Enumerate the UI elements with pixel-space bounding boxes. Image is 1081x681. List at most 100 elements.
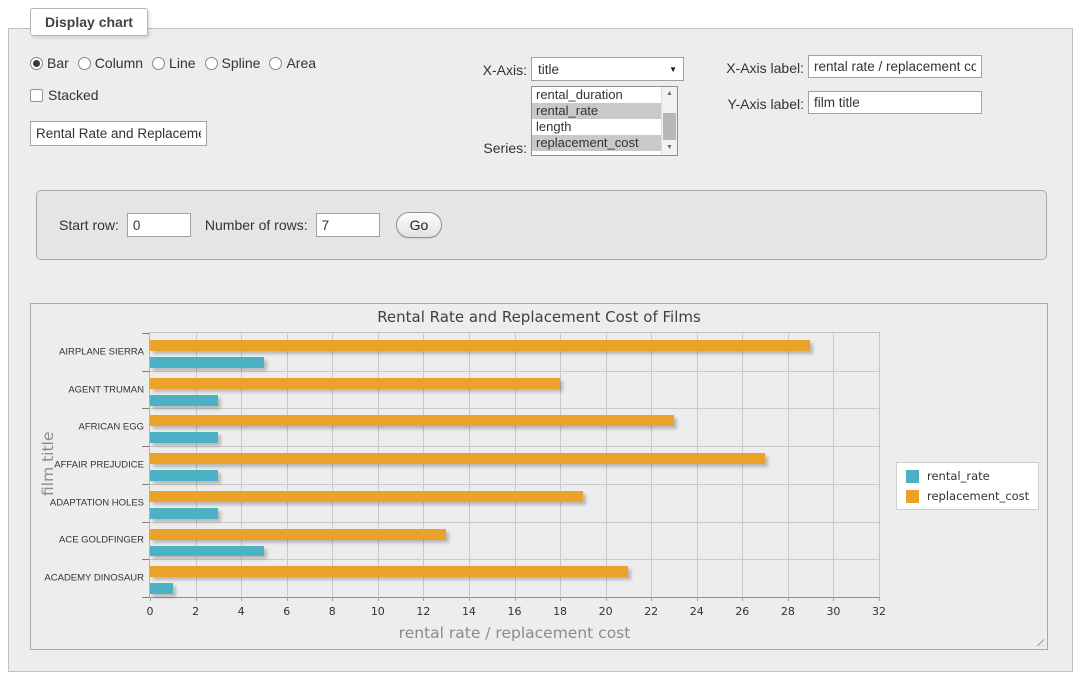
radio-spline[interactable]: Spline bbox=[205, 55, 261, 71]
radio-bar-icon[interactable] bbox=[30, 57, 43, 70]
x-tick-mark bbox=[788, 597, 789, 601]
x-tick-label: 8 bbox=[329, 605, 336, 618]
gridline-vertical bbox=[651, 333, 652, 597]
gridline-vertical bbox=[287, 333, 288, 597]
gridline-vertical bbox=[469, 333, 470, 597]
series-option-replacement-cost[interactable]: replacement_cost bbox=[532, 135, 661, 151]
x-axis-label-label: X-Axis label: bbox=[708, 60, 804, 76]
gridline-vertical bbox=[378, 333, 379, 597]
go-button[interactable]: Go bbox=[396, 212, 443, 238]
panel-title: Display chart bbox=[30, 8, 148, 36]
series-option-length[interactable]: length bbox=[532, 119, 661, 135]
radio-spline-icon[interactable] bbox=[205, 57, 218, 70]
y-tick-mark bbox=[142, 371, 149, 372]
gridline-horizontal bbox=[150, 522, 879, 523]
radio-line[interactable]: Line bbox=[152, 55, 195, 71]
x-tick-label: 28 bbox=[781, 605, 795, 618]
x-tick-label: 18 bbox=[553, 605, 567, 618]
x-tick-mark bbox=[606, 597, 607, 601]
x-tick-label: 4 bbox=[238, 605, 245, 618]
gridline-vertical bbox=[833, 333, 834, 597]
x-tick-mark bbox=[469, 597, 470, 601]
x-axis-select[interactable]: title ▼ bbox=[531, 57, 684, 81]
x-tick-label: 14 bbox=[462, 605, 476, 618]
gridline-vertical bbox=[515, 333, 516, 597]
radio-bar[interactable]: Bar bbox=[30, 55, 69, 71]
y-tick-mark bbox=[142, 484, 149, 485]
x-tick-mark bbox=[196, 597, 197, 601]
x-tick-mark bbox=[697, 597, 698, 601]
start-row-input[interactable] bbox=[127, 213, 191, 237]
y-tick-mark bbox=[142, 446, 149, 447]
legend-label: replacement_cost bbox=[927, 489, 1029, 503]
resize-handle-icon[interactable] bbox=[1033, 635, 1044, 646]
legend-swatch-icon bbox=[906, 490, 919, 503]
radio-area[interactable]: Area bbox=[269, 55, 316, 71]
radio-line-label: Line bbox=[169, 55, 195, 71]
chart-container: Rental Rate and Replacement Cost of Film… bbox=[30, 303, 1048, 650]
gridline-vertical bbox=[697, 333, 698, 597]
bar-rental_rate bbox=[150, 357, 264, 368]
bar-replacement_cost bbox=[150, 491, 583, 502]
bar-rental_rate bbox=[150, 432, 218, 443]
x-axis-select-label: X-Axis: bbox=[461, 62, 527, 78]
x-tick-label: 16 bbox=[508, 605, 522, 618]
chart-title-input[interactable] bbox=[30, 121, 207, 146]
bar-rental_rate bbox=[150, 546, 264, 557]
gridline-horizontal bbox=[150, 371, 879, 372]
scrollbar-thumb[interactable] bbox=[663, 113, 676, 140]
radio-column[interactable]: Column bbox=[78, 55, 143, 71]
num-rows-label: Number of rows: bbox=[205, 217, 308, 233]
x-tick-label: 20 bbox=[599, 605, 613, 618]
y-tick-mark bbox=[142, 333, 149, 334]
x-tick-label: 6 bbox=[283, 605, 290, 618]
category-label: AIRPLANE SIERRA bbox=[59, 346, 144, 357]
y-axis-label-input[interactable] bbox=[808, 91, 982, 114]
stacked-checkbox[interactable] bbox=[30, 89, 43, 102]
stacked-checkbox-row[interactable]: Stacked bbox=[30, 87, 99, 103]
gridline-horizontal bbox=[150, 484, 879, 485]
legend-item: rental_rate bbox=[906, 469, 1029, 483]
radio-area-label: Area bbox=[286, 55, 316, 71]
radio-column-icon[interactable] bbox=[78, 57, 91, 70]
radio-line-icon[interactable] bbox=[152, 57, 165, 70]
chart-title: Rental Rate and Replacement Cost of Film… bbox=[31, 308, 1047, 326]
x-tick-mark bbox=[332, 597, 333, 601]
gridline-horizontal bbox=[150, 408, 879, 409]
bar-replacement_cost bbox=[150, 415, 674, 426]
series-option-rental-duration[interactable]: rental_duration bbox=[532, 87, 661, 103]
chart-x-axis-label: rental rate / replacement cost bbox=[399, 624, 631, 642]
plot-area: rental rate / replacement cost 024681012… bbox=[149, 332, 880, 598]
category-label: AGENT TRUMAN bbox=[68, 384, 144, 395]
series-option-rental-rate[interactable]: rental_rate bbox=[532, 103, 661, 119]
gridline-vertical bbox=[196, 333, 197, 597]
bar-replacement_cost bbox=[150, 453, 765, 464]
x-tick-label: 0 bbox=[147, 605, 154, 618]
display-chart-panel: Display chart Bar Column Line Spline Are… bbox=[8, 28, 1073, 672]
gridline-vertical bbox=[332, 333, 333, 597]
y-tick-mark bbox=[142, 522, 149, 523]
series-list-scrollbar[interactable]: ▲ ▼ bbox=[661, 87, 677, 155]
y-tick-mark bbox=[142, 559, 149, 560]
radio-area-icon[interactable] bbox=[269, 57, 282, 70]
series-list-label: Series: bbox=[461, 140, 527, 156]
x-axis-selected-value: title bbox=[538, 62, 559, 77]
stacked-label: Stacked bbox=[48, 87, 99, 103]
series-listbox[interactable]: rental_duration rental_rate length repla… bbox=[531, 86, 678, 156]
category-label: ACADEMY DINOSAUR bbox=[44, 573, 144, 584]
gridline-vertical bbox=[742, 333, 743, 597]
legend-item: replacement_cost bbox=[906, 489, 1029, 503]
bar-replacement_cost bbox=[150, 340, 810, 351]
x-tick-mark bbox=[515, 597, 516, 601]
rows-panel: Start row: Number of rows: Go bbox=[36, 190, 1047, 260]
x-axis-label-input[interactable] bbox=[808, 55, 982, 78]
scroll-down-icon[interactable]: ▼ bbox=[662, 141, 677, 155]
category-label: AFFAIR PREJUDICE bbox=[54, 460, 144, 471]
bar-rental_rate bbox=[150, 508, 218, 519]
radio-bar-label: Bar bbox=[47, 55, 69, 71]
x-tick-label: 32 bbox=[872, 605, 886, 618]
num-rows-input[interactable] bbox=[316, 213, 380, 237]
gridline-horizontal bbox=[150, 446, 879, 447]
x-tick-label: 2 bbox=[192, 605, 199, 618]
scroll-up-icon[interactable]: ▲ bbox=[662, 87, 677, 101]
